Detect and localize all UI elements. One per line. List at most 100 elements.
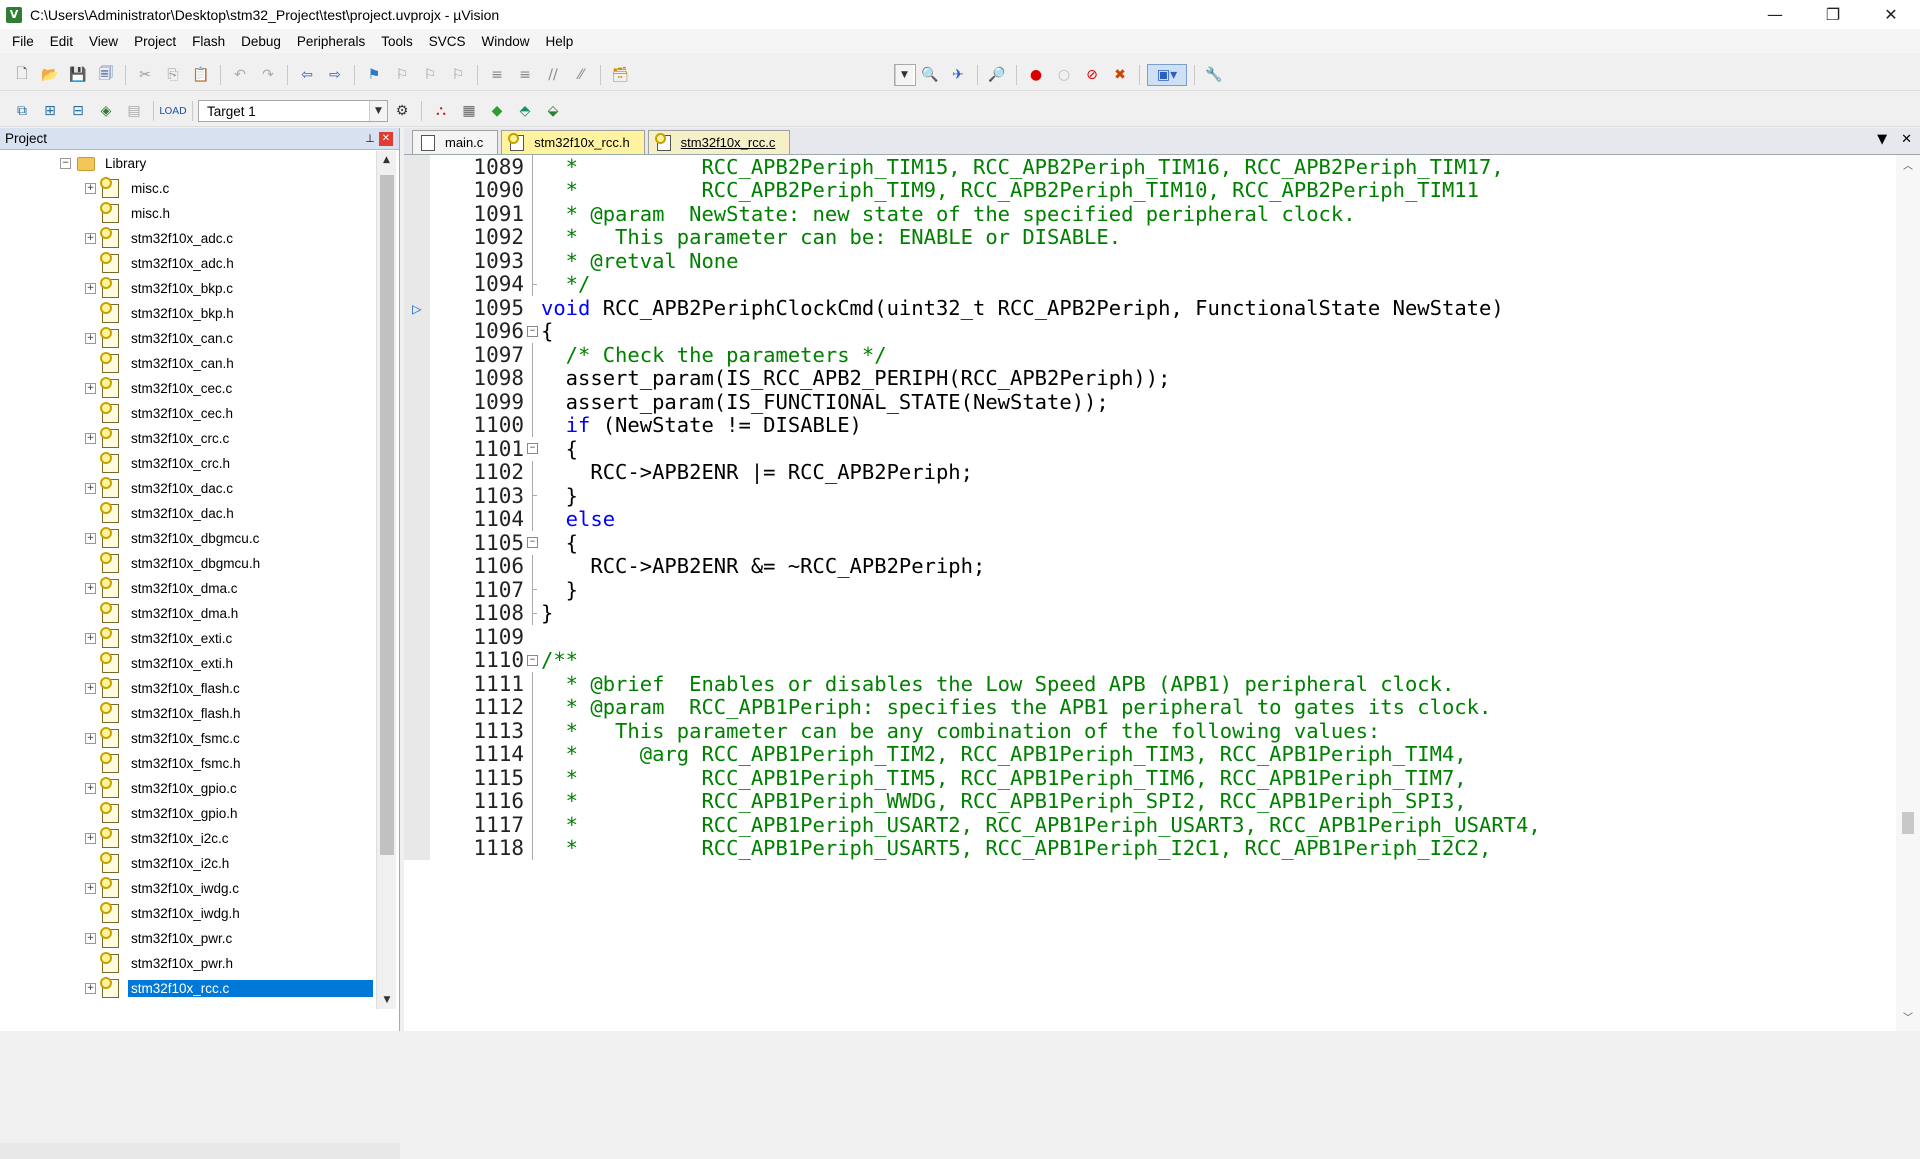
editor-scrollbar[interactable]: ︿ ﹀ <box>1896 155 1920 1031</box>
undo-icon[interactable]: ↶ <box>228 64 252 86</box>
expand-icon[interactable]: + <box>85 733 96 744</box>
breakpoint-gutter[interactable] <box>404 249 430 273</box>
translate-icon[interactable]: ⧉ <box>10 100 34 122</box>
expand-icon[interactable]: + <box>85 183 96 194</box>
enable-breakpoint-icon[interactable]: ○ <box>1052 64 1076 86</box>
tree-file-item[interactable]: + stm32f10x_crc.c <box>0 426 376 451</box>
copy-icon[interactable]: ⎘ <box>161 64 185 86</box>
tree-file-item[interactable]: + stm32f10x_gpio.c <box>0 776 376 801</box>
expand-icon[interactable]: + <box>85 833 96 844</box>
code-line[interactable]: 1096−{ <box>404 319 1896 343</box>
tree-file-item[interactable]: + misc.c <box>0 176 376 201</box>
tree-file-item[interactable]: stm32f10x_dbgmcu.h <box>0 551 376 576</box>
target-select[interactable]: Target 1 ▼ <box>198 100 388 122</box>
code-line[interactable]: 1093 * @retval None <box>404 249 1896 273</box>
tab-list-dropdown-icon[interactable]: ▼ <box>1877 132 1887 147</box>
rebuild-icon[interactable]: ⊟ <box>66 100 90 122</box>
breakpoint-gutter[interactable] <box>404 507 430 531</box>
expand-icon[interactable]: + <box>85 533 96 544</box>
code-line[interactable]: 1091 * @param NewState: new state of the… <box>404 202 1896 226</box>
breakpoint-gutter[interactable] <box>404 484 430 508</box>
code-line[interactable]: 1117 * RCC_APB1Periph_USART2, RCC_APB1Pe… <box>404 813 1896 837</box>
navigate-forward-icon[interactable]: ⇨ <box>323 64 347 86</box>
tree-file-item[interactable]: stm32f10x_bkp.h <box>0 301 376 326</box>
breakpoint-gutter[interactable] <box>404 531 430 555</box>
save-icon[interactable]: 💾 <box>66 64 90 86</box>
navigate-back-icon[interactable]: ⇦ <box>295 64 319 86</box>
event-recorder-icon[interactable]: ⬙ <box>541 100 565 122</box>
project-tree-scrollbar[interactable]: ▲ ▼ <box>376 151 396 1009</box>
breakpoint-gutter[interactable] <box>404 836 430 860</box>
code-line[interactable]: 1112 * @param RCC_APB1Periph: specifies … <box>404 695 1896 719</box>
pin-icon[interactable]: ⊥ <box>361 132 379 145</box>
code-line[interactable]: 1111 * @brief Enables or disables the Lo… <box>404 672 1896 696</box>
expand-icon[interactable]: + <box>85 983 96 994</box>
tree-file-item[interactable]: + stm32f10x_cec.c <box>0 376 376 401</box>
breakpoint-gutter[interactable] <box>404 719 430 743</box>
breakpoint-gutter[interactable] <box>404 789 430 813</box>
code-line[interactable]: 1100 if (NewState != DISABLE) <box>404 413 1896 437</box>
breakpoint-gutter[interactable] <box>404 460 430 484</box>
breakpoint-gutter[interactable] <box>404 695 430 719</box>
tree-file-item[interactable]: stm32f10x_gpio.h <box>0 801 376 826</box>
menu-debug[interactable]: Debug <box>233 34 289 49</box>
prev-bookmark-icon[interactable]: ⚐ <box>390 64 414 86</box>
breakpoint-gutter[interactable] <box>404 578 430 602</box>
tab-stm32f10x-rcc-c[interactable]: stm32f10x_rcc.c <box>647 130 791 154</box>
code-line[interactable]: 1114 * @arg RCC_APB1Periph_TIM2, RCC_APB… <box>404 742 1896 766</box>
expand-icon[interactable]: + <box>85 583 96 594</box>
code-line[interactable]: 1115 * RCC_APB1Periph_TIM5, RCC_APB1Peri… <box>404 766 1896 790</box>
breakpoint-gutter[interactable] <box>404 625 430 649</box>
new-file-icon[interactable]: 🗋 <box>10 64 34 86</box>
code-line[interactable]: 1116 * RCC_APB1Periph_WWDG, RCC_APB1Peri… <box>404 789 1896 813</box>
scroll-up-icon[interactable]: ︿ <box>1896 155 1920 173</box>
scrollbar-thumb[interactable] <box>1902 812 1914 834</box>
scrollbar-thumb[interactable] <box>380 175 394 855</box>
menu-view[interactable]: View <box>81 34 126 49</box>
configure-icon[interactable]: 🔧 <box>1202 64 1226 86</box>
code-line[interactable]: 1094 */ <box>404 272 1896 296</box>
code-line[interactable]: 1104 else <box>404 507 1896 531</box>
close-button[interactable]: ✕ <box>1862 0 1920 29</box>
code-line[interactable]: 1099 assert_param(IS_FUNCTIONAL_STATE(Ne… <box>404 390 1896 414</box>
fold-collapse-icon[interactable]: − <box>527 654 538 666</box>
expand-icon[interactable]: + <box>85 633 96 644</box>
tree-folder-library[interactable]: − Library <box>0 151 376 176</box>
bookmark-icon[interactable]: ⚑ <box>362 64 386 86</box>
clear-bookmarks-icon[interactable]: ⚐ <box>446 64 470 86</box>
tree-file-item[interactable]: stm32f10x_flash.h <box>0 701 376 726</box>
menu-tools[interactable]: Tools <box>373 34 421 49</box>
tree-file-item[interactable]: stm32f10x_iwdg.h <box>0 901 376 926</box>
code-line[interactable]: 1089 * RCC_APB2Periph_TIM15, RCC_APB2Per… <box>404 155 1896 179</box>
menu-svcs[interactable]: SVCS <box>421 34 474 49</box>
menu-flash[interactable]: Flash <box>184 34 233 49</box>
next-bookmark-icon[interactable]: ⚐ <box>418 64 442 86</box>
breakpoint-gutter[interactable]: ▷ <box>404 296 430 320</box>
code-line[interactable]: 1110−/** <box>404 648 1896 672</box>
fold-collapse-icon[interactable]: − <box>527 537 538 548</box>
manage-rte-icon[interactable]: ◆ <box>485 100 509 122</box>
code-line[interactable]: 1101− { <box>404 437 1896 461</box>
expand-icon[interactable]: + <box>85 283 96 294</box>
code-line[interactable]: 1109 <box>404 625 1896 649</box>
code-line[interactable]: 1092 * This parameter can be: ENABLE or … <box>404 225 1896 249</box>
tree-file-item[interactable]: stm32f10x_crc.h <box>0 451 376 476</box>
code-line[interactable]: 1107 } <box>404 578 1896 602</box>
breakpoint-gutter[interactable] <box>404 413 430 437</box>
breakpoint-gutter[interactable] <box>404 742 430 766</box>
tree-file-item[interactable]: + stm32f10x_dbgmcu.c <box>0 526 376 551</box>
breakpoint-gutter[interactable] <box>404 672 430 696</box>
menu-window[interactable]: Window <box>473 34 537 49</box>
code-line[interactable]: 1108} <box>404 601 1896 625</box>
code-line[interactable]: 1102 RCC->APB2ENR |= RCC_APB2Periph; <box>404 460 1896 484</box>
tree-file-item[interactable]: + stm32f10x_pwr.c <box>0 926 376 951</box>
kill-breakpoints-icon[interactable]: ✖ <box>1108 64 1132 86</box>
incremental-find-icon[interactable]: ✈ <box>946 64 970 86</box>
restore-button[interactable]: ❐ <box>1804 0 1862 29</box>
expand-icon[interactable]: + <box>85 333 96 344</box>
breakpoint-gutter[interactable] <box>404 178 430 202</box>
tree-file-item[interactable]: + stm32f10x_i2c.c <box>0 826 376 851</box>
tree-file-item[interactable]: stm32f10x_adc.h <box>0 251 376 276</box>
disable-breakpoints-icon[interactable]: ⊘ <box>1080 64 1104 86</box>
menu-peripherals[interactable]: Peripherals <box>289 34 373 49</box>
